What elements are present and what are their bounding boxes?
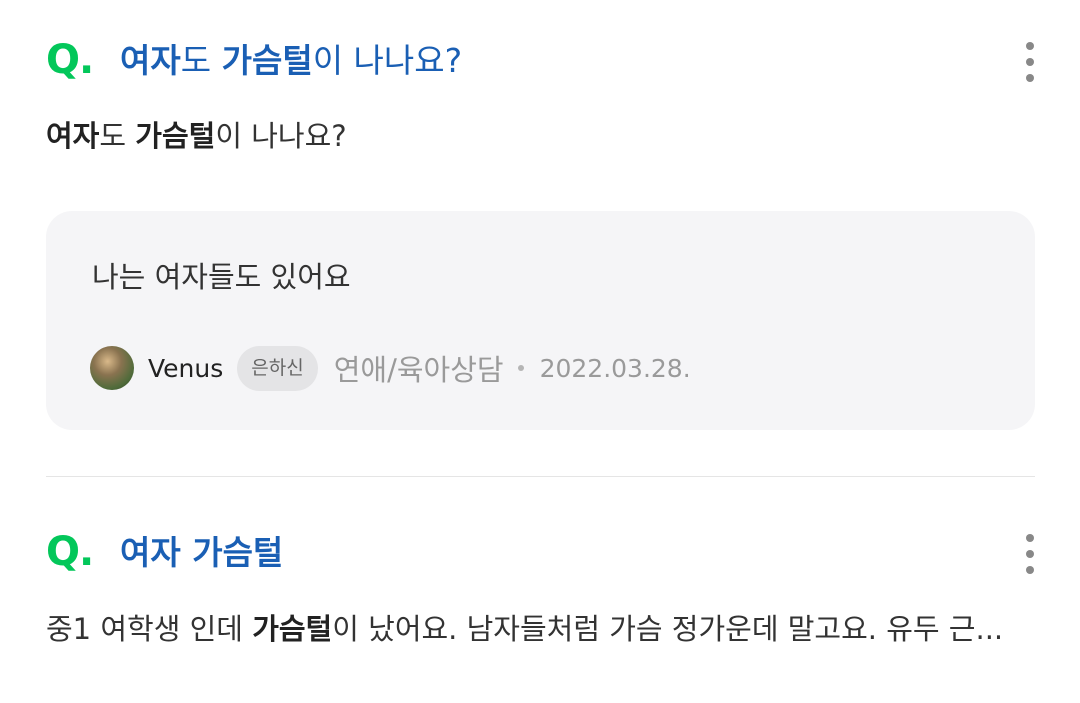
question-snippet[interactable]: 중1 여학생 인데 가슴털이 났어요. 남자들처럼 가슴 정가운데 말고요. 유…: [46, 615, 1003, 644]
q-mark: Q.: [46, 37, 94, 83]
title-highlight: 여자 가슴털: [120, 532, 284, 572]
answer-text: 나는 여자들도 있어요: [92, 260, 351, 294]
author-name[interactable]: Venus: [148, 354, 223, 383]
question-title-row[interactable]: Q. 여자 가슴털: [46, 530, 283, 574]
more-vertical-icon: [1026, 534, 1034, 542]
answer-card[interactable]: 나는 여자들도 있어요 Venus 은하신 연애/육아상담 2022.03.28…: [46, 211, 1035, 430]
answer-meta: Venus 은하신 연애/육아상담 2022.03.28.: [90, 343, 691, 393]
search-result-1: Q. 여자도 가슴털이 나나요? 여자도 가슴털이 나나요? 나는 여자들도 있…: [0, 0, 1080, 476]
more-options-button[interactable]: [1020, 42, 1040, 82]
separator-dot: [517, 365, 524, 371]
answer-category[interactable]: 연애/육아상담: [334, 347, 504, 389]
snippet-highlight: 가슴털: [252, 612, 333, 646]
answer-date: 2022.03.28.: [539, 353, 691, 383]
question-title-row[interactable]: Q. 여자도 가슴털이 나나요?: [46, 38, 462, 82]
author-grade-badge: 은하신: [237, 345, 318, 391]
title-highlight: 여자: [120, 40, 181, 80]
body-highlight: 가슴털: [135, 119, 216, 153]
more-vertical-icon: [1026, 42, 1034, 50]
more-options-button[interactable]: [1020, 534, 1040, 574]
question-body[interactable]: 여자도 가슴털이 나나요?: [46, 122, 347, 151]
title-highlight: 가슴털: [221, 40, 313, 80]
user-avatar[interactable]: [90, 346, 134, 390]
question-title-link[interactable]: 여자도 가슴털이 나나요?: [120, 44, 462, 77]
body-highlight: 여자: [46, 119, 100, 153]
q-mark: Q.: [46, 529, 94, 575]
search-result-2: Q. 여자 가슴털 중1 여학생 인데 가슴털이 났어요. 남자들처럼 가슴 정…: [0, 477, 1080, 703]
question-title-link[interactable]: 여자 가슴털: [120, 536, 283, 569]
